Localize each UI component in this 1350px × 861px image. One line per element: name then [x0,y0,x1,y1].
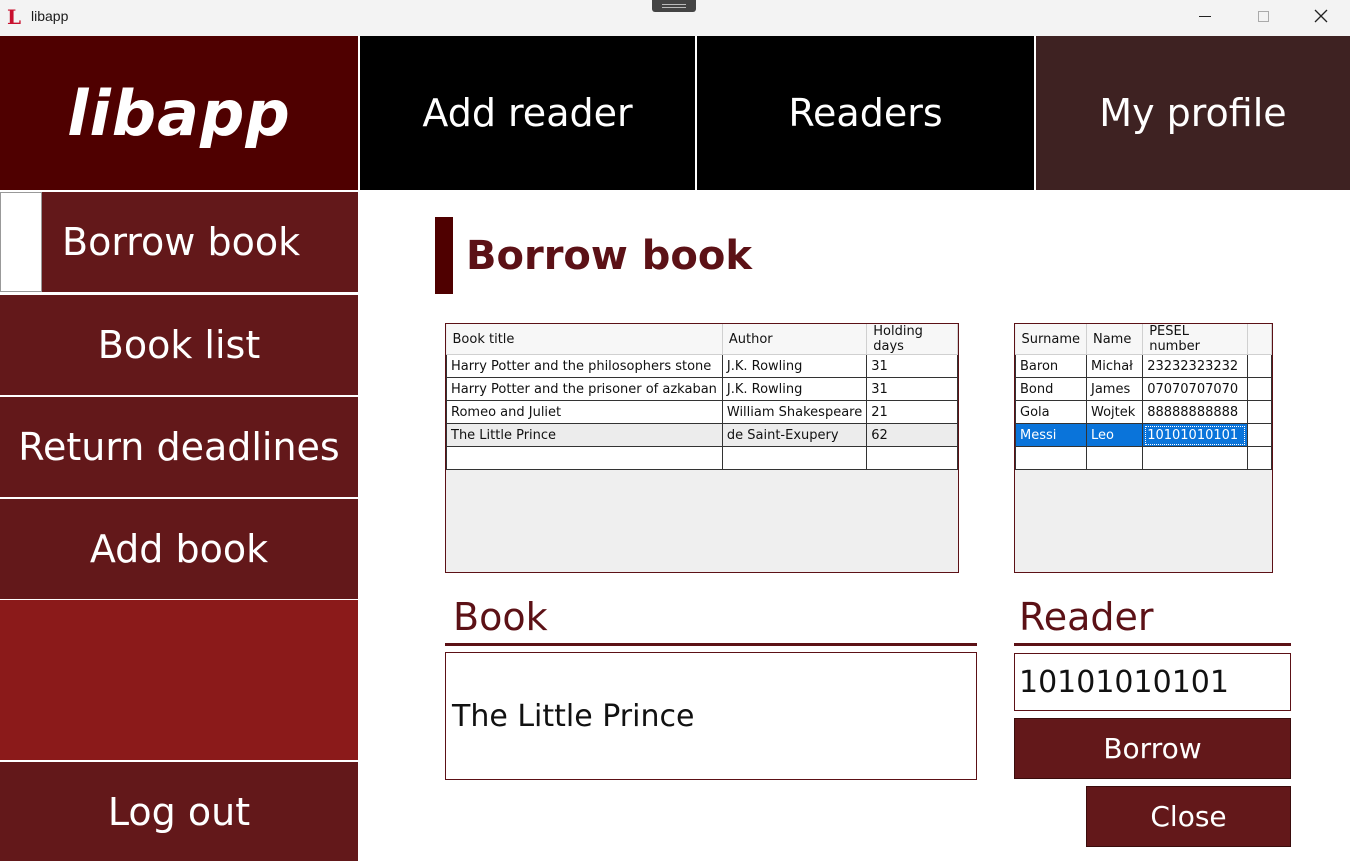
table-cell[interactable] [1246,377,1272,401]
column-header-filler [1247,324,1272,355]
reader-section-divider [1014,643,1291,646]
table-cell[interactable] [721,446,868,470]
table-row[interactable]: Harry Potter and the prisoner of azkaban… [446,377,958,401]
table-row[interactable]: Baron Michał 23232323232 [1015,354,1272,378]
table-cell[interactable] [1246,400,1272,424]
table-cell[interactable]: Harry Potter and the prisoner of azkaban [446,377,723,401]
table-cell[interactable]: Harry Potter and the philosophers stone [446,354,723,378]
table-new-row[interactable] [446,446,958,470]
table-row[interactable]: Bond James 07070707070 [1015,377,1272,401]
table-cell[interactable]: 62 [866,423,958,447]
sidebar-item-return-deadlines[interactable]: Return deadlines [0,397,358,497]
table-row[interactable]: Gola Wojtek 88888888888 [1015,400,1272,424]
table-cell[interactable]: 88888888888 [1142,400,1248,424]
column-header[interactable]: Book title [446,324,723,355]
column-header[interactable]: Name [1086,324,1144,355]
table-cell[interactable]: J.K. Rowling [721,377,868,401]
table-cell[interactable]: Michał [1085,354,1144,378]
logo-text: libapp [67,76,291,150]
table-cell[interactable]: Messi [1015,423,1087,447]
title-accent-bar [435,217,453,294]
book-section-label: Book [453,595,548,639]
table-header-row: Book title Author Holding days [446,324,958,355]
table-cell[interactable]: Leo [1085,423,1144,447]
reader-section-label: Reader [1019,595,1154,639]
logout-label: Log out [107,789,251,834]
reader-pesel-input[interactable] [1014,653,1291,711]
table-cell[interactable] [866,446,958,470]
table-cell[interactable] [1085,446,1144,470]
table-cell[interactable]: James [1085,377,1144,401]
column-header[interactable]: Surname [1015,324,1087,355]
table-cell[interactable]: Wojtek [1085,400,1144,424]
sidebar-item-label: Add book [89,527,269,571]
table-cell[interactable]: Bond [1015,377,1087,401]
table-cell[interactable]: The Little Prince [446,423,723,447]
table-row[interactable]: The Little Prince de Saint-Exupery 62 [446,423,958,447]
readers-table[interactable]: Surname Name PESEL number Baron Michał 2… [1014,323,1273,573]
table-row[interactable]: Harry Potter and the philosophers stone … [446,354,958,378]
window-titlebar: L libapp [0,0,1350,36]
table-cell[interactable] [1246,423,1272,447]
borrow-button[interactable]: Borrow [1014,718,1291,779]
close-button[interactable]: Close [1086,786,1291,847]
column-header[interactable]: PESEL number [1142,324,1248,355]
table-cell[interactable]: 07070707070 [1142,377,1248,401]
table-cell[interactable]: William Shakespeare [721,400,868,424]
app-icon: L [7,5,22,29]
nav-add-reader[interactable]: Add reader [360,36,695,190]
table-cell[interactable] [1246,354,1272,378]
table-header-row: Surname Name PESEL number [1015,324,1272,355]
selected-book-field: The Little Prince [445,652,977,780]
table-cell[interactable]: Gola [1015,400,1087,424]
table-cell[interactable] [1142,446,1248,470]
nav-my-profile[interactable]: My profile [1036,36,1350,190]
sidebar-item-label: Return deadlines [18,425,340,469]
table-cell[interactable]: Baron [1015,354,1087,378]
logout-button[interactable]: Log out [0,762,358,861]
book-section-divider [445,643,977,646]
table-cell[interactable] [1015,446,1087,470]
column-header[interactable]: Holding days [866,324,958,355]
sidebar-item-label: Borrow book [62,220,301,264]
table-cell[interactable]: 23232323232 [1142,354,1248,378]
table-cell[interactable]: 31 [866,354,958,378]
table-cell[interactable] [1246,446,1272,470]
minimize-icon [1199,15,1211,17]
selected-book-value: The Little Prince [452,698,695,734]
sidebar: Borrow book Book list Return deadlines A… [0,190,358,861]
close-icon [1314,9,1328,23]
sidebar-item-label: Book list [97,323,261,367]
sidebar-item-book-list[interactable]: Book list [0,295,358,395]
table-cell[interactable]: 31 [866,377,958,401]
table-row[interactable]: Romeo and Juliet William Shakespeare 21 [446,400,958,424]
maximize-icon [1257,10,1269,22]
table-new-row[interactable] [1015,446,1272,470]
table-cell[interactable]: de Saint-Exupery [721,423,868,447]
table-cell[interactable]: Romeo and Juliet [446,400,723,424]
nav-readers[interactable]: Readers [697,36,1034,190]
table-cell[interactable]: 10101010101 [1142,423,1248,447]
sidebar-spacer [0,600,358,760]
minimize-button[interactable] [1176,0,1234,32]
window-title: libapp [31,8,69,24]
table-cell[interactable] [446,446,723,470]
page-title: Borrow book [466,233,752,279]
sidebar-item-borrow-book[interactable]: Borrow book [0,192,358,292]
table-cell[interactable]: 21 [866,400,958,424]
close-window-button[interactable] [1292,0,1350,32]
snap-grip[interactable] [652,0,696,12]
active-indicator [0,192,42,292]
column-header[interactable]: Author [722,324,868,355]
app-logo: libapp [0,36,358,190]
table-cell[interactable]: J.K. Rowling [721,354,868,378]
sidebar-item-add-book[interactable]: Add book [0,499,358,599]
table-row-selected[interactable]: Messi Leo 10101010101 [1015,423,1272,447]
maximize-button[interactable] [1234,0,1292,32]
books-table[interactable]: Book title Author Holding days Harry Pot… [445,323,959,573]
